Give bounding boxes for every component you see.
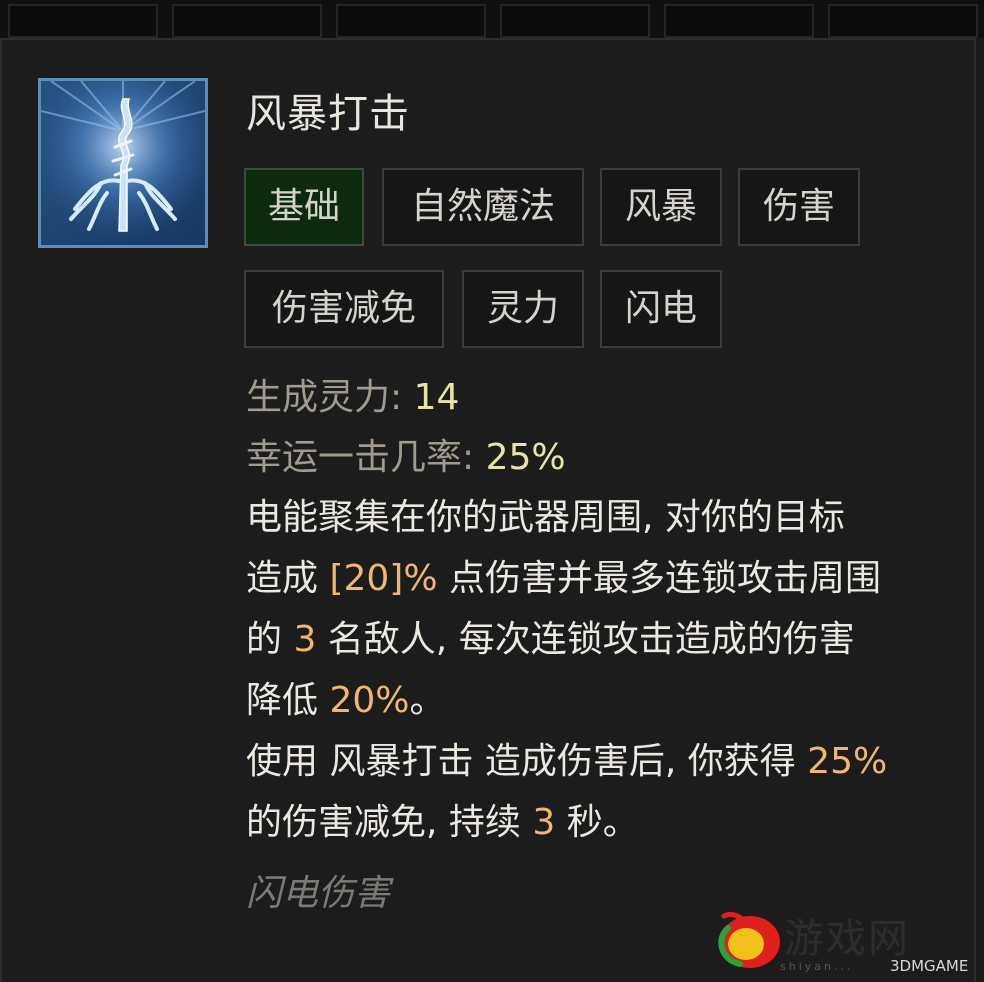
- lucky-hit-label: 幸运一击几率:: [246, 437, 486, 478]
- description-text: 名敌人, 每次连锁攻击造成的伤害: [316, 619, 855, 660]
- description-text: 造成: [246, 558, 330, 599]
- chain-count-value: 3: [293, 619, 317, 660]
- top-slot: [664, 4, 814, 38]
- description-text: 点伤害并最多连锁攻击周围: [437, 558, 882, 599]
- spirit-generation-label: 生成灵力:: [246, 377, 414, 418]
- top-slot: [828, 4, 978, 38]
- tag-nature-magic: 自然魔法: [382, 168, 584, 246]
- description-line: 电能聚集在你的武器周围, 对你的目标: [246, 487, 946, 548]
- description-line: 降低 20%。: [246, 670, 946, 731]
- description-line: 的伤害减免, 持续 3 秒。: [246, 792, 946, 853]
- watermark-url: shiyan...: [780, 960, 854, 973]
- description-text: 电能聚集在你的武器周围, 对你的目标: [246, 497, 845, 538]
- tag-spirit: 灵力: [462, 270, 584, 348]
- description-text: 使用: [246, 741, 330, 782]
- description-text: 的伤害减免, 持续: [246, 802, 533, 843]
- top-slot-bar: [0, 0, 984, 38]
- lucky-hit-stat: 幸运一击几率: 25%: [246, 432, 566, 484]
- top-slot: [336, 4, 486, 38]
- tag-damage-reduction: 伤害减免: [244, 270, 444, 348]
- watermark-logo-icon: [706, 908, 782, 972]
- lucky-hit-value: 25%: [485, 437, 566, 478]
- tag-basic: 基础: [244, 168, 364, 246]
- tag-lightning: 闪电: [600, 270, 722, 348]
- top-slot: [500, 4, 650, 38]
- description-text: 的: [246, 619, 294, 660]
- spirit-generation-value: 14: [413, 377, 460, 418]
- lightning-staff-icon: [38, 78, 208, 248]
- description-line: 的 3 名敌人, 每次连锁攻击造成的伤害: [246, 609, 946, 670]
- description-text: 。: [409, 680, 446, 721]
- tag-storm: 风暴: [600, 168, 722, 246]
- description-line: 使用 风暴打击 造成伤害后, 你获得 25%: [246, 731, 946, 792]
- chain-reduction-value: 20%: [329, 680, 410, 721]
- duration-value: 3: [532, 802, 556, 843]
- damage-percent-value: [20]%: [329, 558, 438, 599]
- damage-reduction-value: 25%: [807, 741, 888, 782]
- tag-damage: 伤害: [738, 168, 860, 246]
- damage-type-label: 闪电伤害: [246, 873, 391, 914]
- watermark-brand: 3DMGAME: [890, 957, 969, 975]
- description-text: 秒。: [555, 802, 639, 843]
- description-line: 造成 [20]% 点伤害并最多连锁攻击周围: [246, 548, 946, 609]
- description-text: 造成伤害后, 你获得: [473, 741, 808, 782]
- top-slot: [172, 4, 322, 38]
- description-text: 降低: [246, 680, 330, 721]
- spirit-generation-stat: 生成灵力: 14: [246, 372, 459, 424]
- watermark-text: 游戏网: [784, 916, 910, 962]
- skill-name-reference: 风暴打击: [329, 741, 474, 782]
- top-slot: [8, 4, 158, 38]
- skill-name: 风暴打击: [246, 91, 410, 137]
